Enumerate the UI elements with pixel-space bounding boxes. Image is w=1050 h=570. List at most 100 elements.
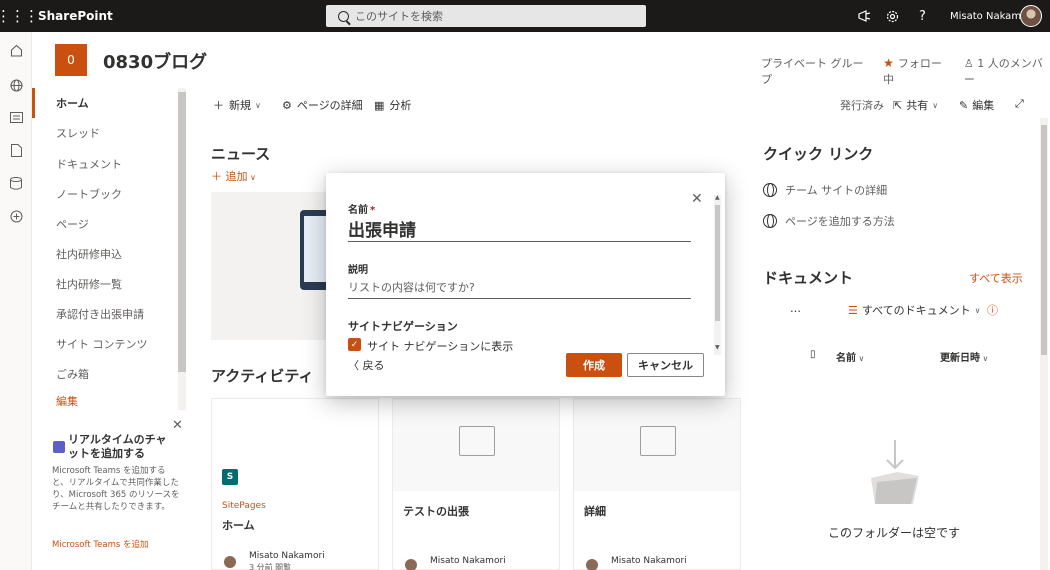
nav-item-trip-approval[interactable]: 承認付き出張申請: [32, 299, 178, 329]
page-details-button[interactable]: ⚙ ページの詳細: [282, 97, 363, 113]
activity-card[interactable]: テストの出張 Misato Nakamori: [392, 398, 560, 570]
filter-icon: ☰: [848, 303, 858, 317]
card-meta: 3 分前 閲覧: [249, 563, 292, 570]
add-circle-icon[interactable]: [8, 208, 24, 224]
back-button[interactable]: 〈 戻る: [348, 357, 385, 373]
nav-edit-link[interactable]: 編集: [32, 389, 178, 413]
quicklink-label: ページを追加する方法: [785, 215, 895, 228]
description-field-label: 説明: [348, 265, 368, 276]
analytics-button[interactable]: ▦ 分析: [374, 97, 411, 113]
avatar: [224, 556, 236, 568]
new-button[interactable]: ＋ 新規 ∨: [213, 97, 261, 113]
show-in-nav-label[interactable]: サイト ナビゲーションに表示: [367, 338, 513, 354]
new-label: 新規: [229, 99, 251, 112]
page-details-label: ページの詳細: [296, 99, 363, 112]
database-icon[interactable]: [8, 175, 24, 191]
megaphone-icon[interactable]: [858, 0, 872, 32]
chevron-down-icon: ∨: [974, 305, 981, 315]
folder-icon: [640, 426, 676, 456]
plus-icon: ＋: [211, 170, 226, 183]
gear-icon: ⚙: [282, 98, 292, 112]
view-selector[interactable]: ☰ すべてのドキュメント ∨: [848, 302, 981, 318]
add-teams-link[interactable]: Microsoft Teams を追加: [52, 538, 148, 550]
nav-item-threads[interactable]: スレッド: [32, 118, 178, 148]
waffle-icon[interactable]: ⋮⋮⋮: [0, 0, 39, 32]
name-field[interactable]: 出張申請: [348, 216, 691, 242]
search-box[interactable]: このサイトを検索: [326, 5, 646, 27]
see-all-link[interactable]: すべて表示: [969, 270, 1023, 286]
site-nav: ホーム スレッド ドキュメント ノートブック ページ 社内研修申込 社内研修一覧…: [32, 88, 187, 418]
activity-heading: アクティビティ: [211, 367, 314, 385]
news-icon[interactable]: [8, 109, 24, 125]
activity-card[interactable]: S SitePages ホーム Misato Nakamori 3 分前 閲覧: [211, 398, 379, 570]
file-icon[interactable]: [8, 142, 24, 158]
news-add-button[interactable]: ＋ 追加 ∨: [211, 168, 256, 184]
globe-icon: [763, 214, 777, 228]
news-heading: ニュース: [211, 145, 271, 163]
empty-folder-icon: [871, 440, 919, 504]
back-label: 戻る: [362, 359, 385, 372]
sharepoint-icon: S: [222, 469, 238, 485]
create-button[interactable]: 作成: [566, 353, 622, 377]
info-icon[interactable]: ⓘ: [987, 302, 998, 318]
chevron-down-icon: ∨: [247, 173, 256, 182]
chevron-left-icon: 〈: [348, 359, 363, 372]
site-nav-section-label: サイトナビゲーション: [348, 320, 458, 333]
show-in-nav-checkbox[interactable]: ✓: [348, 338, 361, 351]
more-button[interactable]: …: [790, 302, 801, 315]
card-user: Misato Nakamori: [611, 556, 687, 566]
avatar: [405, 559, 417, 570]
globe-icon[interactable]: [8, 77, 24, 93]
card-title: ホーム: [222, 519, 255, 532]
chevron-down-icon: ∨: [980, 354, 989, 363]
nav-item-notebook[interactable]: ノートブック: [32, 179, 178, 209]
help-icon[interactable]: ?: [919, 0, 926, 32]
cancel-button[interactable]: キャンセル: [627, 353, 704, 377]
published-status: 発行済み: [840, 99, 884, 112]
column-modified-header[interactable]: 更新日時 ∨: [940, 349, 988, 364]
expand-icon[interactable]: ⤢: [1015, 97, 1024, 111]
dialog-scrollbar-thumb[interactable]: [715, 205, 720, 321]
gear-icon[interactable]: [886, 0, 899, 32]
nav-item-site-contents[interactable]: サイト コンテンツ: [32, 329, 178, 359]
folder-icon: [459, 426, 495, 456]
nav-item-training-list[interactable]: 社内研修一覧: [32, 269, 178, 299]
promo-close-icon[interactable]: ✕: [172, 418, 183, 433]
file-type-icon[interactable]: ▯: [810, 349, 816, 360]
edit-button[interactable]: ✎ 編集: [959, 97, 994, 113]
site-title[interactable]: 0830ブログ: [103, 48, 207, 74]
person-icon: ♙: [963, 57, 978, 70]
main-scrollbar-thumb[interactable]: [1041, 125, 1047, 355]
column-name-header[interactable]: 名前 ∨: [836, 349, 864, 364]
quicklink-item[interactable]: ページを追加する方法: [763, 213, 895, 229]
nav-item-training-apply[interactable]: 社内研修申込: [32, 239, 178, 269]
chart-icon: ▦: [374, 98, 385, 112]
empty-folder-message: このフォルダーは空です: [828, 526, 961, 540]
activity-card[interactable]: 詳細 Misato Nakamori: [573, 398, 741, 570]
nav-item-documents[interactable]: ドキュメント: [32, 149, 178, 179]
card-user: Misato Nakamori: [430, 556, 506, 566]
close-icon[interactable]: ✕: [691, 191, 703, 207]
members-button[interactable]: ♙ 1 人のメンバー: [964, 55, 1050, 87]
follow-button[interactable]: ★ フォロー中: [883, 55, 950, 87]
nav-item-pages[interactable]: ページ: [32, 209, 178, 239]
promo-title: リアルタイムのチャットを追加する: [68, 433, 167, 460]
home-icon[interactable]: [8, 42, 24, 58]
plus-icon: ＋: [213, 99, 224, 112]
avatar[interactable]: [1020, 5, 1042, 27]
scroll-down-icon[interactable]: ▼: [715, 344, 720, 351]
search-placeholder: このサイトを検索: [355, 10, 443, 23]
avatar: [586, 559, 598, 570]
nav-item-home[interactable]: ホーム: [32, 88, 178, 118]
share-label: 共有: [906, 99, 929, 112]
app-brand[interactable]: SharePoint: [38, 9, 113, 23]
quicklink-label: チーム サイトの詳細: [785, 184, 888, 197]
description-field[interactable]: リストの内容は何ですか?: [348, 279, 691, 299]
site-logo[interactable]: 0: [55, 44, 87, 76]
quicklink-item[interactable]: チーム サイトの詳細: [763, 182, 887, 198]
share-button[interactable]: ⇱ 共有 ∨: [893, 97, 938, 113]
column-name-label: 名前: [836, 353, 856, 364]
nav-item-recycle-bin[interactable]: ごみ箱: [32, 359, 178, 389]
scroll-up-icon[interactable]: ▲: [715, 194, 720, 201]
nav-scrollbar-thumb[interactable]: [178, 92, 186, 372]
